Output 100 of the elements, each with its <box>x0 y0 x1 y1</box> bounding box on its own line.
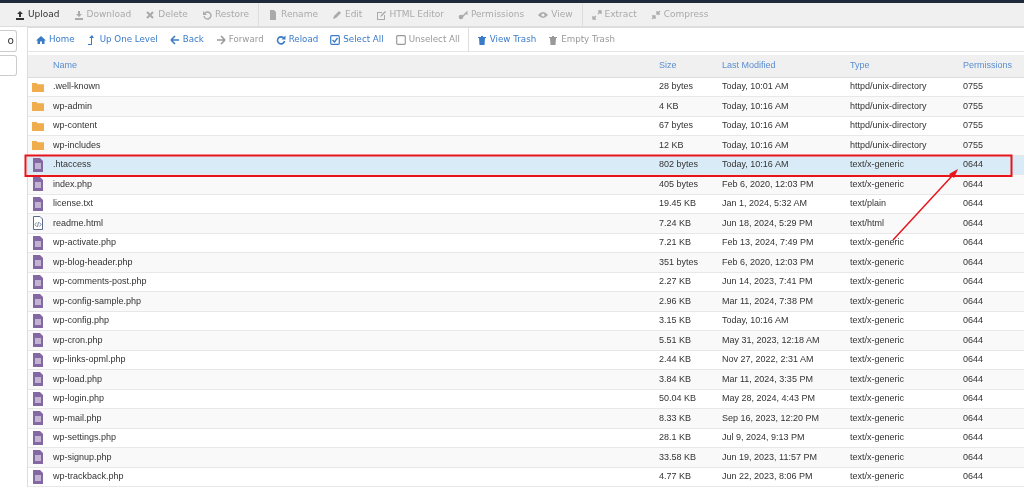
file-type: httpd/unix-directory <box>850 100 927 111</box>
file-name[interactable]: wp-trackback.php <box>53 471 124 481</box>
file-name[interactable]: wp-mail.php <box>53 412 102 423</box>
file-permissions: 0644 <box>963 334 984 345</box>
file-type: text/x-generic <box>850 178 905 189</box>
modified-date: Sep 16, 2023, 12:20 PM <box>722 412 820 423</box>
file-size: 2.96 KB <box>659 295 692 306</box>
file-name[interactable]: wp-comments-post.php <box>53 276 147 286</box>
file-type: text/x-generic <box>850 276 905 286</box>
nav-button[interactable]: Select All <box>324 27 390 52</box>
toolbar-button[interactable]: Upload <box>8 2 67 27</box>
file-name[interactable]: .htaccess <box>53 159 92 169</box>
file-type: text/x-generic <box>850 451 905 462</box>
file-size: 5.51 KB <box>659 334 692 345</box>
go-button[interactable]: o <box>0 30 17 52</box>
file-type: text/x-generic <box>850 334 905 345</box>
file-type: text/x-generic <box>850 295 905 306</box>
edit-icon <box>376 9 387 20</box>
file-permissions: 0644 <box>963 451 984 462</box>
trash-icon <box>548 34 559 45</box>
file-size: 4.77 KB <box>659 471 692 481</box>
file-size: 19.45 KB <box>659 198 697 208</box>
file-icon <box>32 157 44 172</box>
file-name[interactable]: wp-config.php <box>53 315 110 325</box>
file-size: 2.44 KB <box>659 354 692 364</box>
up-arrow-icon <box>86 34 97 45</box>
file-name[interactable]: wp-admin <box>53 100 92 111</box>
nav-button[interactable]: Home <box>30 27 81 52</box>
file-type: text/x-generic <box>850 256 905 267</box>
file-name[interactable]: wp-settings.php <box>53 432 117 442</box>
file-permissions: 0755 <box>963 120 984 130</box>
file-name[interactable]: readme.html <box>53 217 104 228</box>
key-icon <box>457 9 468 20</box>
nav-button[interactable]: Up One Level <box>80 27 164 52</box>
file-name[interactable]: wp-signup.php <box>53 451 112 462</box>
file-name[interactable]: wp-load.php <box>53 373 103 384</box>
file-size: 2.27 KB <box>659 276 692 286</box>
file-type: text/x-generic <box>850 159 905 169</box>
nav-button[interactable]: View Trash <box>470 27 543 52</box>
pencil-icon <box>331 9 342 20</box>
file-name[interactable]: wp-includes <box>53 139 101 150</box>
file-size: 7.21 KB <box>659 237 692 247</box>
file-type: text/x-generic <box>850 237 905 247</box>
modified-date: Jun 14, 2023, 7:41 PM <box>722 276 813 286</box>
file-icon <box>32 235 44 250</box>
file-type: text/x-generic <box>850 432 905 442</box>
modified-date: Feb 6, 2020, 12:03 PM <box>722 256 814 267</box>
file-permissions: 0644 <box>963 393 984 403</box>
right-arrow-icon <box>215 34 226 45</box>
reload-icon <box>275 34 286 45</box>
modified-date: Today, 10:16 AM <box>722 120 789 130</box>
file-name[interactable]: wp-cron.php <box>53 334 103 345</box>
file-permissions: 0644 <box>963 276 984 286</box>
nav-button[interactable]: Reload <box>269 27 325 52</box>
modified-date: Jan 1, 2024, 5:32 AM <box>722 198 808 208</box>
file-size: 67 bytes <box>659 120 694 130</box>
checkbox-checked-icon <box>330 34 341 45</box>
file-size: 28 bytes <box>659 81 694 91</box>
modified-date: Mar 11, 2024, 7:38 PM <box>722 295 813 306</box>
file-type: text/x-generic <box>850 412 905 423</box>
compress-icon <box>650 9 661 20</box>
file-icon <box>32 430 44 445</box>
upload-icon <box>15 9 25 20</box>
input-field[interactable] <box>0 55 17 76</box>
file-name[interactable]: wp-activate.php <box>53 237 117 247</box>
nav-button[interactable]: Back <box>163 27 210 52</box>
file-name[interactable]: license.txt <box>53 198 94 208</box>
file-permissions: 0755 <box>963 100 984 111</box>
file-name[interactable]: wp-login.php <box>53 393 105 403</box>
column-header[interactable]: Type <box>850 60 870 70</box>
file-name[interactable]: index.php <box>53 178 93 189</box>
file-name[interactable]: wp-config-sample.php <box>53 295 142 306</box>
modified-date: Today, 10:16 AM <box>722 139 789 150</box>
file-size: 33.58 KB <box>659 451 697 462</box>
file-type: text/x-generic <box>850 373 905 384</box>
file-name[interactable]: wp-blog-header.php <box>53 256 133 267</box>
column-header[interactable]: Last Modified <box>722 60 776 70</box>
modified-date: Feb 6, 2020, 12:03 PM <box>722 178 814 189</box>
file-permissions: 0755 <box>963 81 984 91</box>
column-header[interactable]: Size <box>659 60 677 70</box>
column-header[interactable]: Name <box>53 60 77 70</box>
file-size: 12 KB <box>659 139 684 150</box>
modified-date: Jun 18, 2024, 5:29 PM <box>722 217 813 228</box>
file-type: httpd/unix-directory <box>850 120 927 130</box>
modified-date: Today, 10:01 AM <box>722 81 789 91</box>
file-size: 7.24 KB <box>659 217 692 228</box>
file-name[interactable]: wp-content <box>53 120 98 130</box>
modified-date: Today, 10:16 AM <box>722 100 789 111</box>
checkbox-icon <box>395 34 406 45</box>
file-icon <box>32 313 44 328</box>
eye-icon <box>538 9 549 20</box>
file-permissions: 0644 <box>963 198 984 208</box>
file-permissions: 0644 <box>963 159 984 169</box>
file-permissions: 0644 <box>963 178 984 189</box>
file-type: text/plain <box>850 198 887 208</box>
file-type: text/x-generic <box>850 471 905 481</box>
modified-date: Today, 10:16 AM <box>722 315 789 325</box>
file-name[interactable]: .well-known <box>53 81 101 91</box>
file-type: text/x-generic <box>850 315 905 325</box>
file-name[interactable]: wp-links-opml.php <box>53 354 126 364</box>
